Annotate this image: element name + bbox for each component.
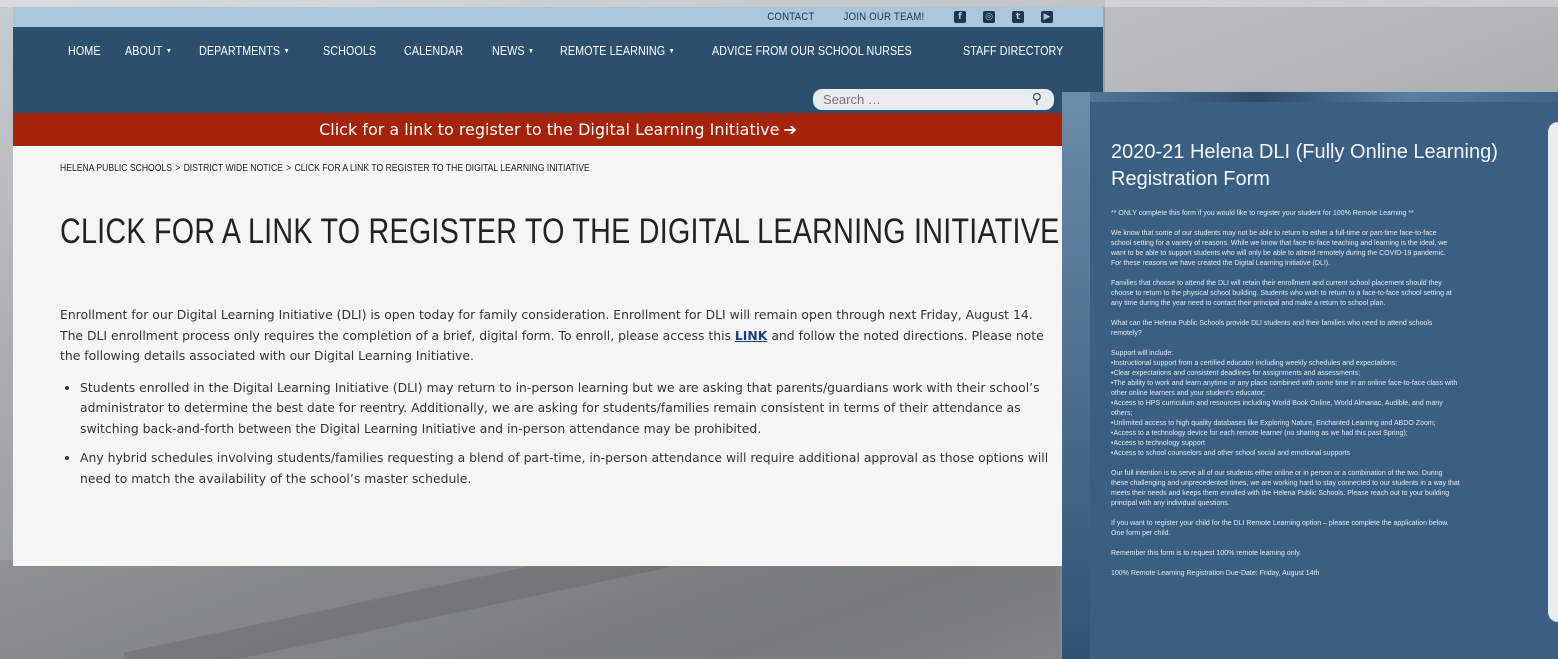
nav-item-home[interactable]: HOME — [68, 44, 101, 58]
chevron-down-icon: ▼ — [668, 47, 675, 55]
facebook-icon[interactable]: f — [954, 11, 966, 23]
register-banner[interactable]: Click for a link to register to the Digi… — [13, 113, 1103, 146]
breadcrumb-home[interactable]: HELENA PUBLIC SCHOOLS — [60, 162, 172, 174]
nav-item-news[interactable]: NEWS ▼ — [492, 44, 534, 58]
form-paragraph: We know that some of our students may no… — [1111, 230, 1448, 267]
contact-link[interactable]: CONTACT — [768, 11, 815, 23]
register-link[interactable]: LINK — [735, 328, 767, 343]
form-paragraph: What can the Helena Public Schools provi… — [1111, 320, 1433, 337]
twitter-icon[interactable]: t — [1012, 11, 1024, 23]
form-paragraph: ** ONLY complete this form if you would … — [1111, 210, 1414, 217]
details-list: Students enrolled in the Digital Learnin… — [60, 378, 1050, 490]
list-item: Students enrolled in the Digital Learnin… — [80, 378, 1050, 440]
main-navbar: HOME ABOUT ▼ DEPARTMENTS ▼ SCHOOLS CALENDAR NEW… — [13, 27, 1103, 113]
form-paragraph: If you want to register your child for t… — [1111, 520, 1449, 537]
breadcrumb: HELENA PUBLIC SCHOOLS > DISTRICT WIDE NOTI… — [60, 162, 590, 174]
nav-item-calendar[interactable]: CALENDAR — [404, 44, 463, 58]
nav-item-staff-directory[interactable]: STAFF DIRECTORY — [963, 44, 1063, 58]
list-item: Any hybrid schedules involving students/… — [80, 448, 1050, 489]
search-icon[interactable]: ⚲ — [1032, 91, 1042, 107]
form-body: 2020-21 Helena DLI (Fully Online Learnin… — [1111, 139, 1533, 579]
top-utility-bar: CONTACT JOIN OUR TEAM! f ◎ t ▶ — [13, 7, 1103, 27]
nav-item-departments[interactable]: DEPARTMENTS ▼ — [199, 44, 290, 58]
page-title: CLICK FOR A LINK TO REGISTER TO THE DIGI… — [60, 212, 1060, 251]
chevron-down-icon: ▼ — [283, 47, 290, 55]
form-description: ** ONLY complete this form if you would … — [1111, 209, 1533, 579]
social-links: f ◎ t ▶ — [954, 11, 1053, 23]
search-box: ⚲ — [813, 89, 1054, 110]
join-our-team-link[interactable]: JOIN OUR TEAM! — [844, 11, 925, 23]
nav-item-about[interactable]: ABOUT ▼ — [125, 44, 172, 58]
banner-text: Click for a link to register to the Digi… — [319, 120, 780, 139]
chevron-down-icon: ▼ — [527, 47, 534, 55]
form-paragraph: Remember this form is to request 100% re… — [1111, 550, 1302, 557]
chevron-down-icon: ▼ — [165, 47, 172, 55]
breadcrumb-notice[interactable]: DISTRICT WIDE NOTICE — [184, 162, 283, 174]
nav-item-remote-learning[interactable]: REMOTE LEARNING ▼ — [560, 44, 675, 58]
main-nav: HOME ABOUT ▼ DEPARTMENTS ▼ SCHOOLS CALENDAR NEW… — [68, 44, 1080, 58]
form-paragraph: 100% Remote Learning Registration Due-Da… — [1111, 570, 1320, 577]
arrow-right-icon: ➔ — [783, 120, 797, 139]
youtube-icon[interactable]: ▶ — [1041, 11, 1053, 23]
form-title: 2020-21 Helena DLI (Fully Online Learnin… — [1111, 141, 1498, 190]
nav-item-schools[interactable]: SCHOOLS — [323, 44, 376, 58]
main-content: HELENA PUBLIC SCHOOLS > DISTRICT WIDE NOTI… — [13, 146, 1103, 489]
registration-form-panel: 2020-21 Helena DLI (Fully Online Learnin… — [1062, 92, 1558, 659]
nav-item-advice-from-our-school-nurses[interactable]: ADVICE FROM OUR SCHOOL NURSES — [712, 44, 912, 58]
search-input[interactable] — [823, 92, 1013, 107]
breadcrumb-current: CLICK FOR A LINK TO REGISTER TO THE DIGI… — [294, 162, 590, 174]
intro-paragraph: Enrollment for our Digital Learning Init… — [60, 307, 1044, 363]
instagram-icon[interactable]: ◎ — [983, 11, 995, 23]
website-panel: CONTACT JOIN OUR TEAM! f ◎ t ▶ HOME ABOUT… — [13, 7, 1103, 566]
form-paragraph: Families that choose to attend the DLI w… — [1111, 280, 1452, 307]
form-paragraph: Our full intention is to serve all of ou… — [1111, 470, 1460, 507]
form-paragraph: Support will include: •Instructional supp… — [1111, 350, 1458, 457]
